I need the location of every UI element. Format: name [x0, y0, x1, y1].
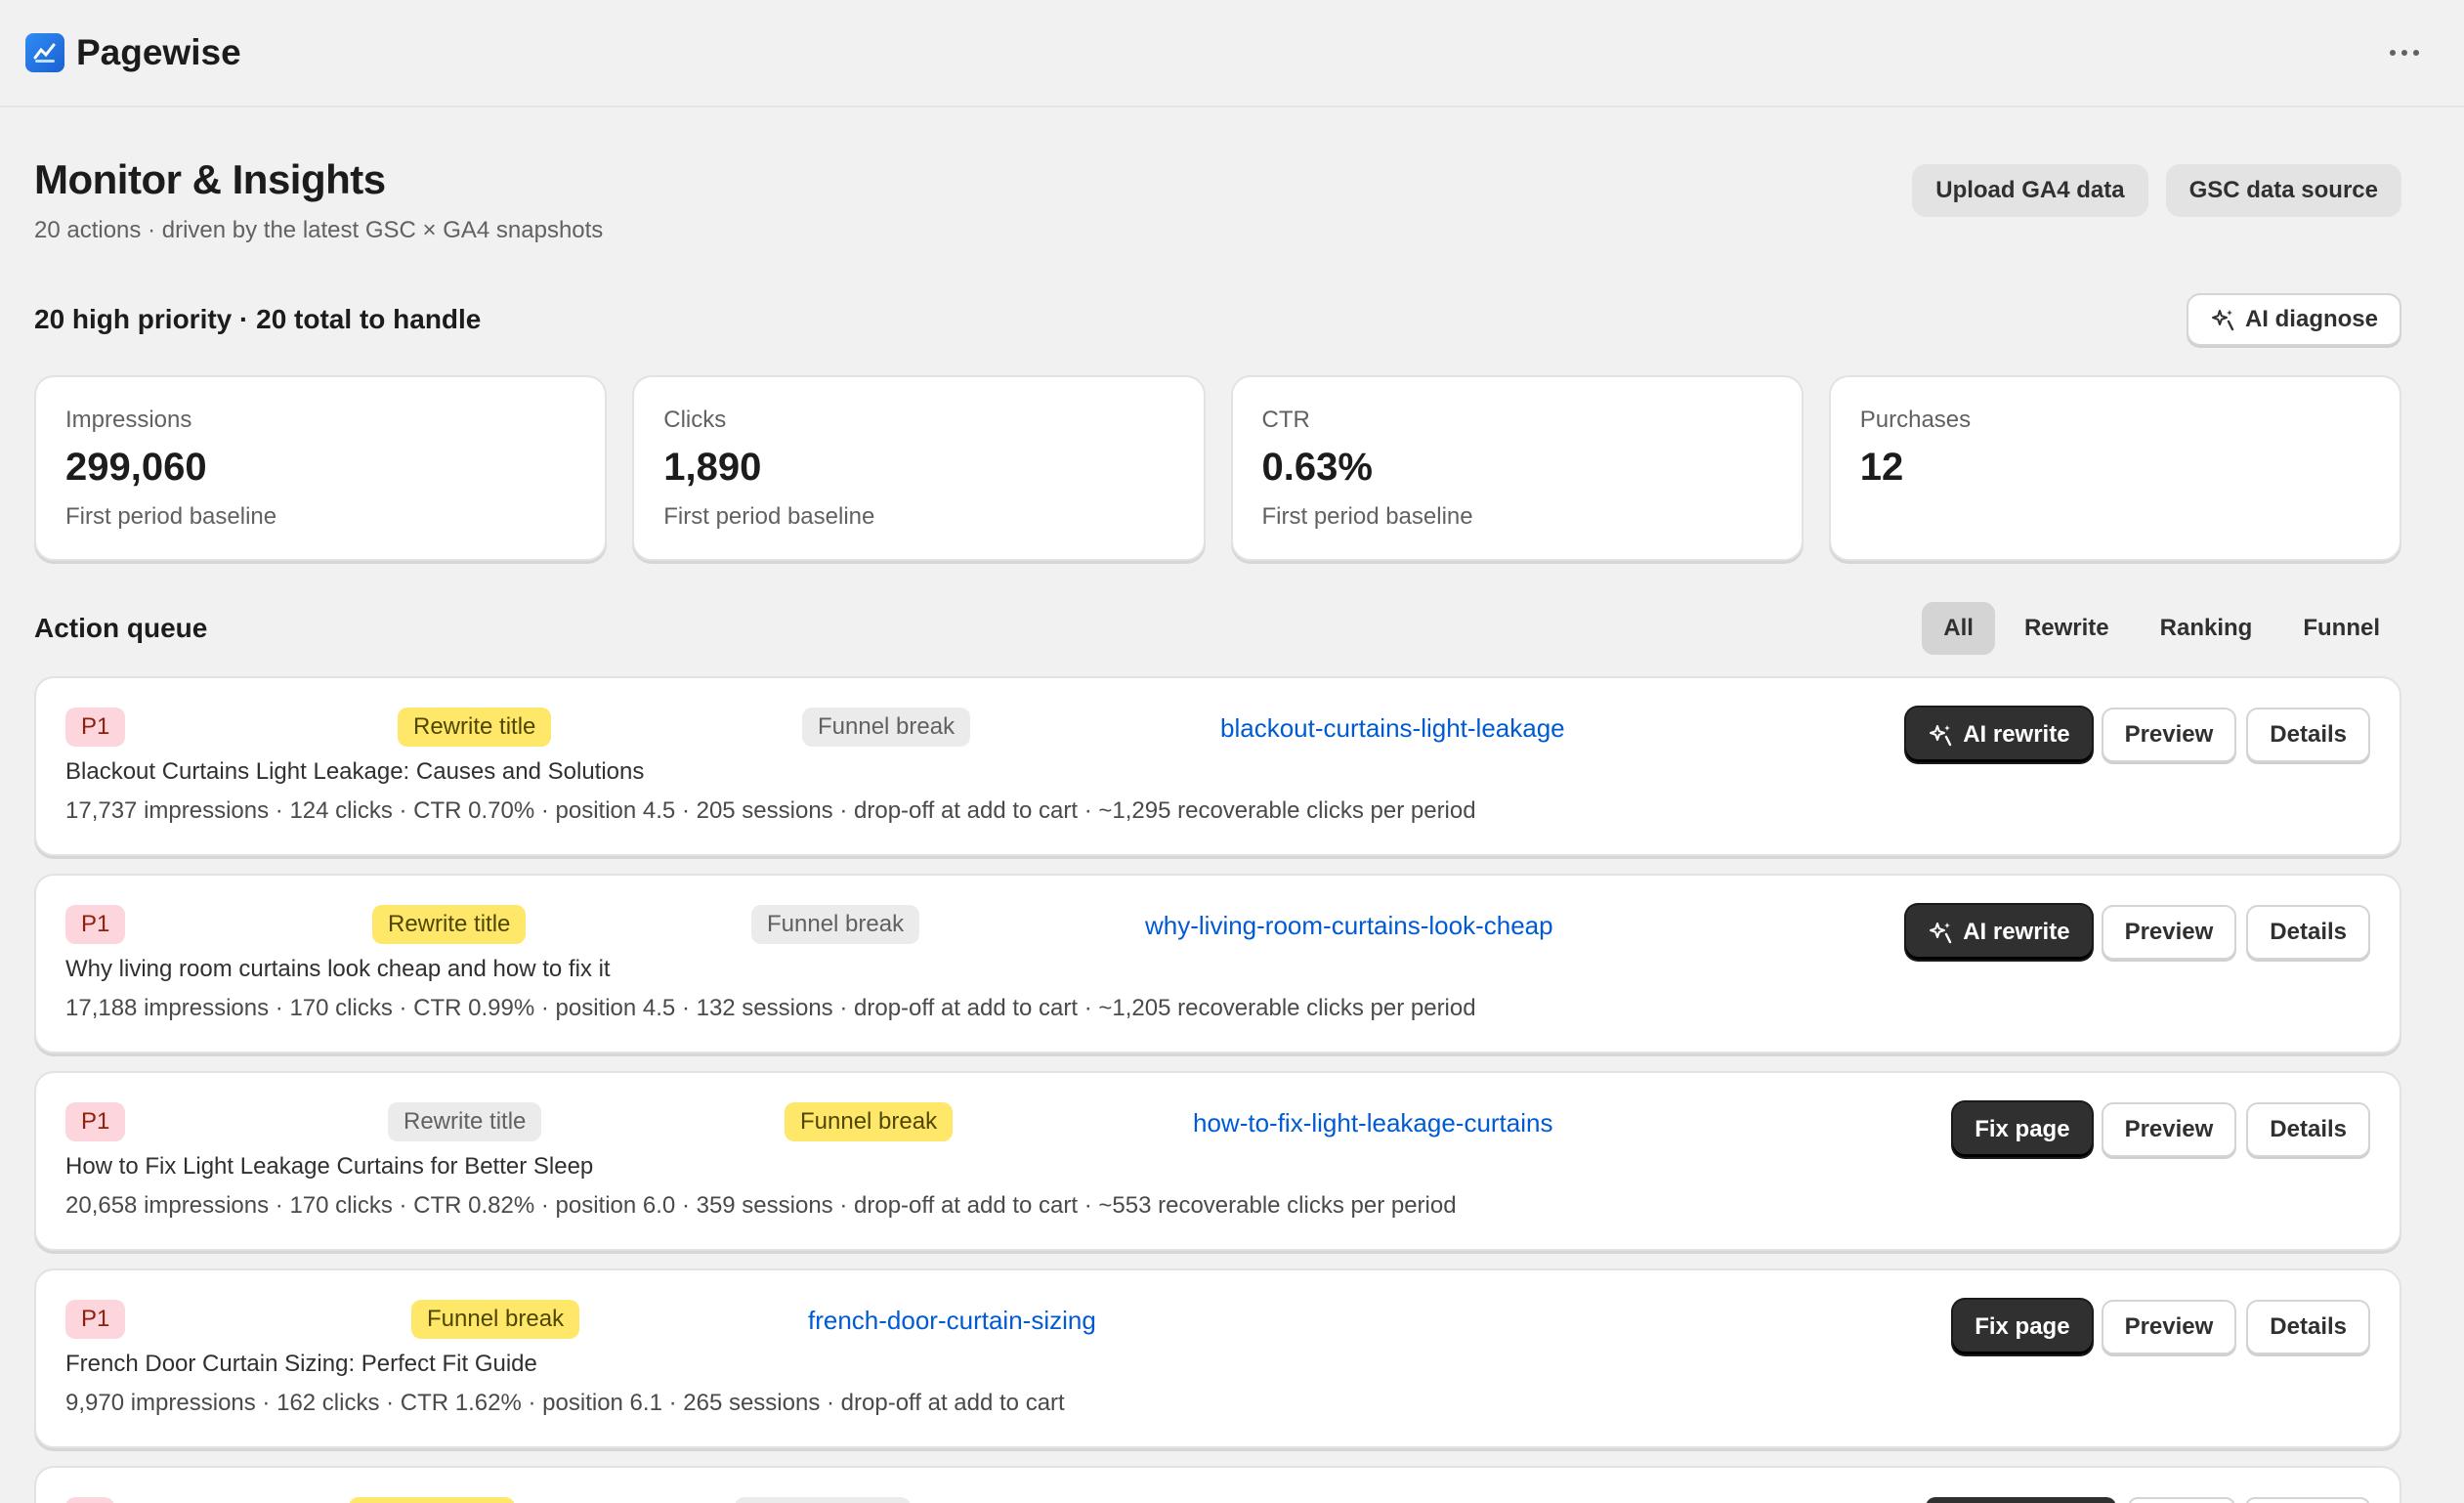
tab-funnel[interactable]: Funnel [2281, 602, 2401, 655]
funnel-break-badge: Funnel break [785, 1102, 954, 1141]
metric-card-purchases: Purchases 12 [1828, 375, 2401, 561]
details-button[interactable]: Details [2246, 1102, 2370, 1157]
sparkle-icon [1928, 722, 1953, 748]
action-card: P1 Rewrite title Funnel break blackout-c… [34, 676, 2401, 856]
metrics-row: Impressions 299,060 First period baselin… [34, 375, 2401, 561]
more-horizontal-icon[interactable] [2380, 40, 2439, 65]
card-stats: 9,970 impressions · 162 clicks · CTR 1.6… [65, 1390, 1065, 1416]
funnel-break-badge: Funnel break [802, 708, 971, 747]
tag-row: P1 Funnel break french-door-curtain-sizi… [65, 1300, 1629, 1341]
action-card: P1 Rewrite title Funnel break how-to-fix… [34, 1071, 2401, 1251]
card-actions: AI rewrite Preview Details [1906, 708, 2370, 762]
ai-rewrite-button[interactable]: AI rewrite [1906, 905, 2092, 960]
page-slug-link[interactable]: blackout-curtains-light-leakage [1220, 713, 1565, 744]
card-title: Why living room curtains look cheap and … [65, 956, 611, 982]
rewrite-title-badge: Rewrite title [388, 1102, 542, 1141]
card-title: Blackout Curtains Light Leakage: Causes … [65, 758, 645, 785]
card-title: French Door Curtain Sizing: Perfect Fit … [65, 1351, 537, 1377]
sparkle-icon [1928, 920, 1953, 945]
top-bar: Pagewise [0, 0, 2464, 107]
funnel-break-badge: Funnel break [411, 1300, 580, 1339]
action-queue-header: Action queue All Rewrite Ranking Funnel [34, 602, 2401, 655]
action-card-partial [34, 1466, 2401, 1503]
card-actions: AI rewrite Preview Details [1906, 905, 2370, 960]
tag-badge [735, 1497, 911, 1503]
card-stats: 20,658 impressions · 170 clicks · CTR 0.… [65, 1192, 1457, 1219]
page-slug-link[interactable]: why-living-room-curtains-look-cheap [1145, 911, 1553, 941]
metric-label: Impressions [65, 407, 192, 433]
tab-ranking[interactable]: Ranking [2139, 602, 2274, 655]
preview-button[interactable] [2128, 1497, 2235, 1503]
priority-badge: P1 [65, 1300, 126, 1339]
metric-card-ctr: CTR 0.63% First period baseline [1230, 375, 1804, 561]
preview-button[interactable]: Preview [2101, 1300, 2237, 1354]
ai-diagnose-button[interactable]: AI diagnose [2186, 293, 2401, 346]
fix-page-button[interactable]: Fix page [1953, 1102, 2092, 1157]
details-button[interactable]: Details [2246, 1300, 2370, 1354]
page-title: Monitor & Insights [34, 156, 386, 202]
main-content: Monitor & Insights 20 actions · driven b… [0, 156, 2464, 1503]
tag-row: P1 Rewrite title Funnel break how-to-fix… [65, 1102, 1629, 1143]
priority-badge: P1 [65, 708, 126, 747]
metric-card-clicks: Clicks 1,890 First period baseline [632, 375, 1206, 561]
fix-page-button[interactable]: Fix page [1953, 1300, 2092, 1354]
filter-tabs: All Rewrite Ranking Funnel [1922, 602, 2401, 655]
header-actions: Upload GA4 data GSC data source [1912, 164, 2401, 217]
preview-button[interactable]: Preview [2101, 905, 2237, 960]
action-card: P1 Funnel break french-door-curtain-sizi… [34, 1268, 2401, 1448]
funnel-break-badge: Funnel break [751, 905, 920, 944]
preview-button[interactable]: Preview [2101, 708, 2237, 762]
action-queue-title: Action queue [34, 613, 208, 643]
ai-diagnose-label: AI diagnose [2244, 306, 2378, 332]
metric-subtext: First period baseline [663, 503, 875, 530]
card-stats: 17,737 impressions · 124 clicks · CTR 0.… [65, 797, 1476, 824]
metric-subtext: First period baseline [65, 503, 277, 530]
card-actions: Fix page Preview Details [1953, 1102, 2370, 1157]
ai-rewrite-button[interactable]: AI rewrite [1906, 708, 2092, 762]
page-subtitle: 20 actions · driven by the latest GSC × … [34, 217, 604, 243]
pagewise-logo-icon [25, 33, 64, 72]
metric-value: 0.63% [1261, 446, 1373, 489]
app-title: Pagewise [76, 32, 241, 72]
metric-subtext: First period baseline [1261, 503, 1473, 530]
card-actions: Fix page Preview Details [1953, 1300, 2370, 1354]
page-header: Monitor & Insights 20 actions · driven b… [34, 156, 2401, 244]
metric-value: 12 [1859, 446, 1904, 489]
primary-action-button[interactable] [1926, 1497, 2116, 1503]
summary-row: 20 high priority · 20 total to handle AI… [34, 293, 2401, 346]
card-stats: 17,188 impressions · 170 clicks · CTR 0.… [65, 995, 1476, 1021]
details-button[interactable] [2245, 1497, 2370, 1503]
tag-badge [349, 1497, 515, 1503]
action-list: P1 Rewrite title Funnel break blackout-c… [34, 676, 2401, 1503]
tab-all[interactable]: All [1922, 602, 1995, 655]
preview-button[interactable]: Preview [2101, 1102, 2237, 1157]
details-button[interactable]: Details [2246, 905, 2370, 960]
priority-badge: P1 [65, 905, 126, 944]
metric-label: CTR [1261, 407, 1310, 433]
page-slug-link[interactable]: french-door-curtain-sizing [808, 1306, 1096, 1336]
tag-row: P1 Rewrite title Funnel break why-living… [65, 905, 1629, 946]
metric-label: Clicks [663, 407, 727, 433]
metric-label: Purchases [1859, 407, 1972, 433]
primary-action-label: AI rewrite [1963, 721, 2070, 748]
priority-badge [65, 1497, 114, 1503]
metric-value: 1,890 [663, 446, 762, 489]
details-button[interactable]: Details [2246, 708, 2370, 762]
tab-rewrite[interactable]: Rewrite [2003, 602, 2131, 655]
upload-ga4-button[interactable]: Upload GA4 data [1912, 164, 2148, 217]
priority-badge: P1 [65, 1102, 126, 1141]
sparkle-icon [2210, 307, 2235, 332]
gsc-data-source-button[interactable]: GSC data source [2165, 164, 2401, 217]
metric-value: 299,060 [65, 446, 207, 489]
priority-summary: 20 high priority · 20 total to handle [34, 304, 482, 334]
rewrite-title-badge: Rewrite title [398, 708, 552, 747]
rewrite-title-badge: Rewrite title [372, 905, 527, 944]
primary-action-label: AI rewrite [1963, 919, 2070, 945]
page-slug-link[interactable]: how-to-fix-light-leakage-curtains [1193, 1108, 1552, 1138]
card-title: How to Fix Light Leakage Curtains for Be… [65, 1153, 594, 1180]
action-card: P1 Rewrite title Funnel break why-living… [34, 874, 2401, 1053]
tag-row: P1 Rewrite title Funnel break blackout-c… [65, 708, 1629, 749]
metric-card-impressions: Impressions 299,060 First period baselin… [34, 375, 608, 561]
